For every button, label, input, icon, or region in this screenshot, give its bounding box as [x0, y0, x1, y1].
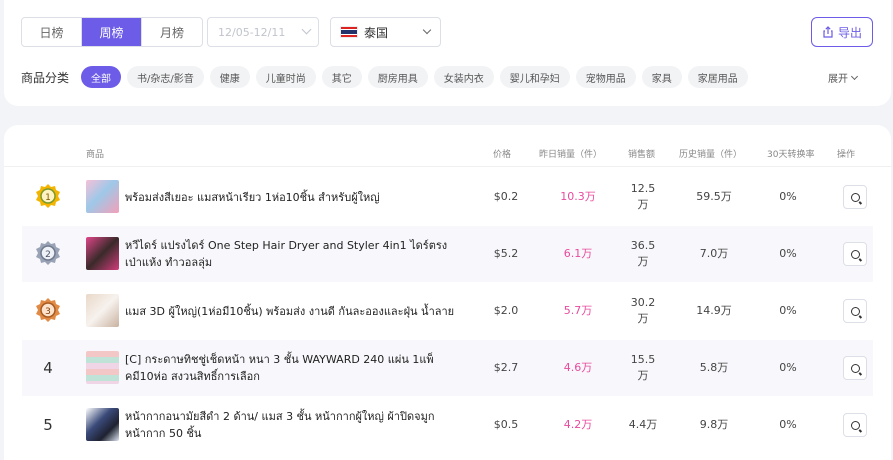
- product-name[interactable]: พร้อมส่งสีเยอะ แมสหน้าเรียว 1ห่อ10ชิ้น ส…: [125, 169, 465, 225]
- ranking-table: 商品 价格 昨日销量（件） 销售额 历史销量（件） 30天转换率 操作 1 พร…: [4, 125, 891, 460]
- history-sales-cell: 59.5万: [696, 190, 732, 203]
- history-sales-cell: 14.9万: [696, 304, 732, 317]
- expand-button[interactable]: 展开: [828, 70, 859, 85]
- table-row[interactable]: 5 หน้ากากอนามัยสีดำ 2 ด้าน/ แมส 3 ชั้น ห…: [22, 397, 873, 453]
- product-name[interactable]: แมส 3D ผู้ใหญ่(1ห่อมี10ชิ้น) พร้อมส่ง งา…: [125, 283, 465, 339]
- search-icon: [850, 192, 860, 202]
- category-chip-other[interactable]: 其它: [321, 66, 362, 88]
- table-header: 商品 价格 昨日销量（件） 销售额 历史销量（件） 30天转换率 操作: [4, 125, 891, 167]
- product-name[interactable]: หน้ากากอนามัยสีดำ 2 ด้าน/ แมส 3 ชั้น หน้…: [125, 397, 465, 453]
- conversion-cell: 0%: [779, 418, 797, 431]
- conversion-cell: 0%: [779, 190, 797, 203]
- search-button[interactable]: [843, 356, 867, 380]
- category-chip-kids-fashion[interactable]: 儿童时尚: [255, 66, 316, 88]
- row-rank: 3: [45, 307, 51, 317]
- history-sales-cell: 7.0万: [699, 247, 729, 260]
- row-rank: 1: [45, 193, 51, 203]
- category-chip-furniture[interactable]: 家具: [641, 66, 682, 88]
- product-thumbnail[interactable]: [86, 237, 119, 270]
- table-row[interactable]: 2 หวีไดร์ แปรงไดร์ One Step Hair Dryer a…: [22, 226, 873, 282]
- row-rank: 5: [43, 416, 53, 434]
- category-label: 商品分类: [21, 71, 70, 85]
- category-chip-home[interactable]: 家居用品: [687, 66, 748, 88]
- yesterday-sales-cell: 6.1万: [563, 247, 593, 260]
- search-icon: [850, 306, 860, 316]
- yesterday-sales-cell: 4.2万: [563, 418, 593, 431]
- conversion-cell: 0%: [779, 247, 797, 260]
- chevron-down-icon: [850, 72, 859, 80]
- category-chip-baby[interactable]: 婴儿和孕妇: [499, 66, 570, 88]
- category-chip-health[interactable]: 健康: [209, 66, 250, 88]
- expand-label: 展开: [828, 74, 848, 85]
- product-name[interactable]: [C] กระดาษทิชชู่เช็ดหน้า หนา 3 ชั้น WAYW…: [125, 340, 465, 396]
- sales-amount-cell: 4.4万: [628, 418, 658, 431]
- header-action: 操作: [837, 150, 856, 160]
- row-rank: 4: [43, 359, 53, 377]
- country-select[interactable]: 泰国: [330, 17, 441, 47]
- category-chips: 全部 书/杂志/影音 健康 儿童时尚 其它 厨房用具 女装内衣 婴儿和孕妇 宠物…: [81, 66, 748, 88]
- row-rank: 2: [45, 250, 51, 260]
- yesterday-sales-cell: 4.6万: [563, 361, 593, 374]
- history-sales-cell: 9.8万: [699, 418, 729, 431]
- export-button[interactable]: 导出: [811, 17, 873, 47]
- tab-weekly[interactable]: 周榜: [82, 18, 142, 46]
- product-thumbnail[interactable]: [86, 408, 119, 441]
- search-button[interactable]: [843, 242, 867, 266]
- search-button[interactable]: [843, 299, 867, 323]
- category-chip-womens-wear[interactable]: 女装内衣: [433, 66, 494, 88]
- search-button[interactable]: [843, 413, 867, 437]
- header-conversion: 30天转换率: [767, 150, 815, 160]
- category-chip-all[interactable]: 全部: [81, 66, 121, 88]
- price-cell: $2.0: [493, 304, 519, 317]
- date-range-input[interactable]: 12/05-12/11: [207, 17, 319, 47]
- history-sales-cell: 5.8万: [699, 361, 729, 374]
- search-icon: [850, 420, 860, 430]
- period-switch: 日榜 周榜 月榜: [21, 17, 203, 47]
- sales-amount-cell: 30.2 万: [630, 296, 656, 325]
- thailand-flag-icon: [340, 26, 358, 38]
- header-yesterday-sales: 昨日销量（件）: [539, 150, 603, 160]
- silver-medal-icon: 2: [32, 238, 64, 270]
- table-row[interactable]: 3 แมส 3D ผู้ใหญ่(1ห่อมี10ชิ้น) พร้อมส่ง …: [22, 283, 873, 339]
- chevron-down-icon: [422, 25, 432, 35]
- tab-monthly[interactable]: 月榜: [142, 18, 202, 46]
- price-cell: $0.2: [493, 190, 519, 203]
- sales-amount-cell: 12.5 万: [630, 182, 656, 211]
- search-button[interactable]: [843, 185, 867, 209]
- bronze-medal-icon: 3: [32, 295, 64, 327]
- header-history-sales: 历史销量（件）: [679, 150, 743, 160]
- price-cell: $5.2: [493, 247, 519, 260]
- country-label: 泰国: [364, 25, 389, 40]
- yesterday-sales-cell: 5.7万: [563, 304, 593, 317]
- product-thumbnail[interactable]: [86, 351, 119, 384]
- search-icon: [850, 249, 860, 259]
- sales-amount-cell: 15.5 万: [630, 353, 656, 382]
- price-cell: $2.7: [493, 361, 519, 374]
- search-icon: [850, 363, 860, 373]
- category-chip-kitchen[interactable]: 厨房用具: [367, 66, 428, 88]
- product-thumbnail[interactable]: [86, 294, 119, 327]
- date-range-placeholder: 12/05-12/11: [218, 25, 286, 39]
- conversion-cell: 0%: [779, 304, 797, 317]
- product-thumbnail[interactable]: [86, 180, 119, 213]
- yesterday-sales-cell: 10.3万: [560, 190, 596, 203]
- gold-medal-icon: 1: [32, 181, 64, 213]
- sales-amount-cell: 36.5 万: [630, 239, 656, 268]
- price-cell: $0.5: [493, 418, 519, 431]
- header-product: 商品: [86, 150, 105, 160]
- table-row[interactable]: 4 [C] กระดาษทิชชู่เช็ดหน้า หนา 3 ชั้น WA…: [22, 340, 873, 396]
- category-chip-pets[interactable]: 宠物用品: [575, 66, 636, 88]
- conversion-cell: 0%: [779, 361, 797, 374]
- export-label: 导出: [837, 25, 862, 40]
- filter-panel: 日榜 周榜 月榜 12/05-12/11 泰国 导出 商品分类 全部 书/杂志/…: [4, 0, 891, 106]
- header-price: 价格: [493, 150, 512, 160]
- header-sales-amount: 销售额: [628, 150, 656, 160]
- product-name[interactable]: หวีไดร์ แปรงไดร์ One Step Hair Dryer and…: [125, 226, 465, 282]
- category-chip-books[interactable]: 书/杂志/影音: [127, 66, 204, 88]
- export-icon: [823, 26, 833, 38]
- chevron-down-icon: [301, 24, 312, 35]
- table-row[interactable]: 1 พร้อมส่งสีเยอะ แมสหน้าเรียว 1ห่อ10ชิ้น…: [22, 169, 873, 225]
- tab-daily[interactable]: 日榜: [22, 18, 82, 46]
